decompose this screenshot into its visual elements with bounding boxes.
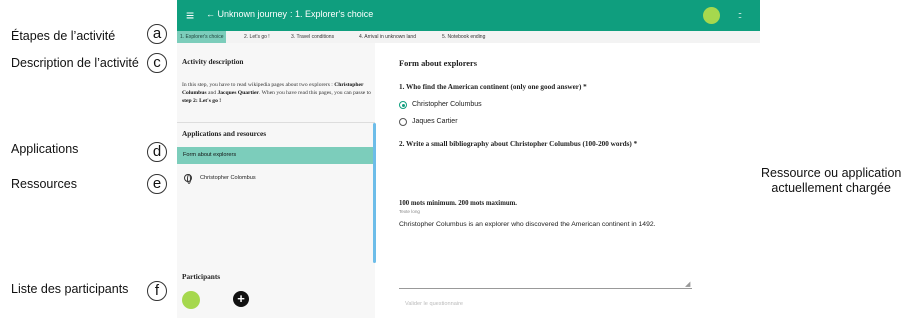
annotation-label-e: Ressources [11,177,77,191]
radio-checked-icon[interactable] [399,101,407,109]
annotation-badge-a: a [147,24,167,44]
form-panel: Form about explorers 1. Who find the Ame… [399,43,760,318]
annotation-label-d: Applications [11,142,79,156]
annotation-badge-f: f [147,281,167,301]
answer-textarea[interactable]: Christopher Columbus is an explorer who … [399,220,689,229]
annotation-label-b-line1: Ressource ou application [761,166,902,180]
annotation-badge-c: c [147,53,167,73]
app-window: ≡ ← Unknown journey : 1. Explorer's choi… [177,0,760,318]
application-item-form[interactable]: Form about explorers [177,147,373,164]
annotation-badge-d: d [147,142,167,162]
desc-part1: In this step, you have to read wikipedia… [182,82,335,88]
tab-step-5[interactable]: 5. Notebook ending [442,31,485,43]
tab-step-3[interactable]: 3. Travel conditions [291,31,334,43]
radio-unchecked-icon[interactable] [399,118,407,126]
activity-description-text: In this step, you have to read wikipedia… [182,81,372,105]
question-1: 1. Who find the American continent (only… [399,83,587,91]
resize-handle-icon[interactable]: ◢ [685,280,690,288]
left-panel-scrollbar[interactable] [373,123,376,263]
current-step-title: : 1. Explorer's choice [290,9,374,19]
user-avatar-icon[interactable] [703,7,720,24]
textarea-underline [399,288,692,289]
step-tabs: 1. Explorer's choice 2. Let's go ! 3. Tr… [177,31,760,43]
annotation-label-b: Ressource ou application actuellement ch… [761,166,901,196]
globe-icon [184,174,192,184]
question-2: 2. Write a small bibliography about Chri… [399,140,638,148]
participants-heading: Participants [182,272,221,281]
annotation-label-c: Description de l’activité [11,56,139,70]
desc-part2: and [206,90,218,96]
resource-item-label: Christopher Colombus [200,175,256,181]
desc-explorer-2: Jacques Quartier [217,90,259,96]
desc-part3: . When you have read this pages, you can… [258,90,371,96]
resource-item-columbus[interactable]: Christopher Colombus [177,170,373,186]
desc-step-link: step 2: Let's go ! [182,98,222,104]
word-limit-text: 100 mots minimum. 200 mots maximum. [399,200,517,207]
form-title: Form about explorers [399,59,478,68]
applications-resources-heading: Applications and resources [182,129,267,138]
radio-option-label: Christopher Columbus [412,101,482,108]
tab-step-1[interactable]: 1. Explorer's choice [177,31,227,43]
apps-grid-icon[interactable]: :: [738,10,742,20]
annotation-label-f: Liste des participants [11,282,129,296]
answer-field-label: Texte long [399,209,420,214]
menu-icon[interactable]: ≡ [186,7,194,23]
top-app-bar: ≡ ← Unknown journey : 1. Explorer's choi… [177,0,760,31]
add-participant-button[interactable]: + [233,291,249,307]
radio-option-label: Jaques Cartier [412,118,458,125]
annotation-label-b-line2: actuellement chargée [771,181,891,195]
left-panel: Activity description In this step, you h… [177,43,376,318]
tab-step-4[interactable]: 4. Arrival in unknown land [359,31,416,43]
annotation-badge-e: e [147,174,167,194]
back-link[interactable]: ← Unknown journey [206,9,287,19]
submit-button[interactable]: Valider le questionnaire [405,301,463,307]
participant-avatar[interactable] [182,291,200,309]
annotation-label-a: Étapes de l’activité [11,29,116,43]
divider [177,122,375,123]
tab-step-2[interactable]: 2. Let's go ! [244,31,270,43]
activity-description-heading: Activity description [182,57,244,66]
